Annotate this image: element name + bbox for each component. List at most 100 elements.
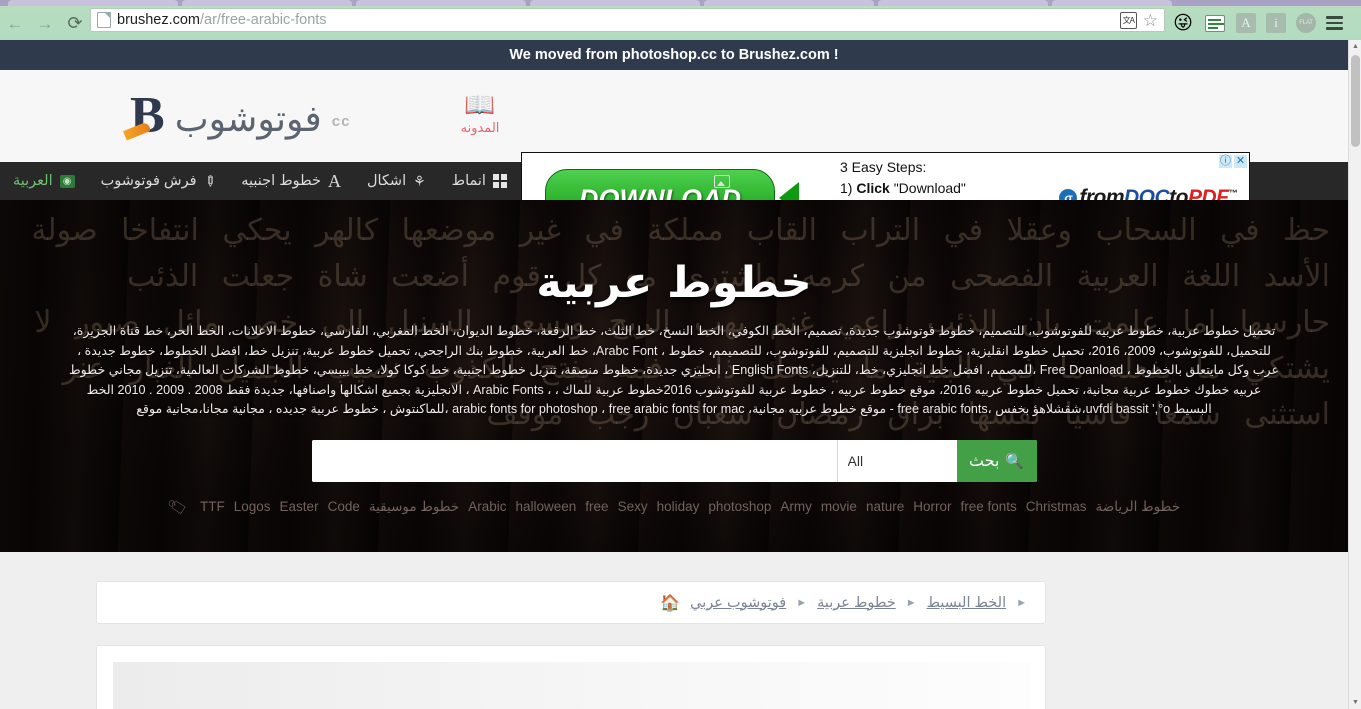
tag-item[interactable]: Horror: [913, 499, 951, 514]
pen-icon: ✎: [199, 170, 220, 191]
search-form: All 🔍 بحث: [311, 439, 1037, 482]
search-input[interactable]: [311, 439, 837, 482]
search-button[interactable]: 🔍 بحث: [956, 439, 1037, 482]
tab-stub[interactable]: [530, 0, 700, 6]
forward-icon[interactable]: →: [34, 12, 56, 34]
tab-stub[interactable]: [704, 0, 874, 6]
translate-icon[interactable]: 文A: [1119, 11, 1137, 29]
ad-step-1: 1) Click "Download": [840, 179, 966, 196]
reload-icon[interactable]: ⟳: [64, 12, 86, 34]
breadcrumb-item-arabic-fonts[interactable]: خطوط عربية: [817, 595, 896, 611]
address-bar-actions: 文A ☆: [1119, 11, 1160, 29]
scrollbar-down-arrow[interactable]: ▼: [1349, 696, 1361, 709]
home-icon[interactable]: 🏠: [660, 593, 680, 613]
nav-item-shapes[interactable]: ⚘ اشكال: [354, 162, 439, 200]
tag-item[interactable]: movie: [821, 499, 857, 514]
ad-close-icon[interactable]: ✕: [1234, 155, 1247, 168]
hero-description: تحميل خطوط عربية، خطوط عربيه للفوتوشوب، …: [68, 324, 1280, 416]
page-scrollbar[interactable]: ▲ ▼: [1348, 40, 1361, 709]
adblock-a-extension-icon[interactable]: A: [1236, 13, 1256, 33]
tab-stub[interactable]: [356, 0, 526, 6]
tab-stub[interactable]: [182, 0, 352, 6]
url-path: /ar/free-arabic-fonts: [200, 12, 327, 28]
logo-wordmark: فوتوشوب: [174, 99, 322, 141]
browser-chrome: ← → ⟳ brushez.com/ar/free-arabic-fonts 文…: [0, 0, 1361, 40]
tab-stub[interactable]: [878, 0, 1048, 6]
search-scope-select[interactable]: All: [836, 439, 957, 482]
search-row: All 🔍 بحث: [0, 439, 1348, 482]
flat-extension-icon[interactable]: FLAT: [1296, 13, 1316, 33]
tag-icon: 🏷: [166, 496, 189, 518]
breadcrumb-separator: ►: [905, 596, 917, 609]
info-extension-icon[interactable]: i: [1266, 13, 1286, 33]
grid-icon: [492, 174, 507, 188]
search-button-label: بحث: [968, 451, 1000, 470]
tag-item[interactable]: Logos: [234, 499, 271, 514]
search-icon: 🔍: [1005, 451, 1025, 470]
font-preview-card: [96, 645, 1046, 709]
nav-item-label: اشكال: [366, 173, 407, 189]
tag-list: 🏷 TTF Logos Easter Code خطوط موسيقية Ara…: [0, 496, 1348, 518]
breadcrumb-separator: ►: [1016, 596, 1027, 609]
hero-section: حظ في السحاب وعقلا في التراب القاب مملكة…: [0, 200, 1348, 552]
page-title: خطوط عربية: [536, 258, 812, 308]
ad-steps-title: 3 Easy Steps:: [840, 159, 927, 175]
address-bar-url: brushez.com/ar/free-arabic-fonts: [117, 12, 327, 28]
tag-item[interactable]: Easter: [280, 499, 319, 514]
breadcrumb-item-home[interactable]: فوتوشوب عربي: [690, 595, 786, 611]
browser-nav-controls: ← → ⟳: [0, 6, 90, 40]
nav-item-label: فرش فوتوشوب: [100, 173, 197, 189]
tag-item[interactable]: خطوط الرياضة: [1096, 499, 1181, 515]
image-icon: [714, 174, 731, 188]
blog-link-label: المدونه: [460, 119, 500, 135]
tag-item[interactable]: free fonts: [960, 499, 1016, 514]
tag-item[interactable]: Army: [780, 499, 812, 514]
tag-item[interactable]: Sexy: [618, 499, 648, 514]
tag-item[interactable]: photoshop: [708, 499, 771, 514]
bookmark-star-icon[interactable]: ☆: [1143, 12, 1158, 29]
browser-extension-toolbar: 😜 A i FLAT: [1172, 6, 1343, 40]
nav-item-arabic[interactable]: ◉ العربية: [0, 162, 88, 200]
tag-item[interactable]: Arabic: [468, 499, 506, 514]
letter-a-icon: A: [327, 170, 341, 191]
tag-item[interactable]: Code: [328, 499, 360, 514]
nav-item-label: انماط: [451, 173, 486, 189]
site-notice-text: We moved from photoshop.cc to Brushez.co…: [509, 47, 839, 63]
breadcrumb: 🏠 فوتوشوب عربي ► خطوط عربية ► الخط البسي…: [96, 581, 1046, 624]
nav-item-label: خطوط اجنبيه: [241, 173, 321, 189]
breadcrumb-item-current[interactable]: الخط البسيط: [927, 595, 1007, 611]
content-area: 🏠 فوتوشوب عربي ► خطوط عربية ► الخط البسي…: [0, 552, 1348, 709]
browser-menu-icon[interactable]: [1326, 16, 1343, 30]
ad-info-icon[interactable]: ⓘ: [1219, 155, 1232, 168]
back-icon[interactable]: ←: [4, 12, 26, 34]
tab-stub[interactable]: [1052, 0, 1172, 6]
tab-strip: [0, 0, 1361, 6]
shapes-icon: ⚘: [413, 172, 426, 189]
nav-item-photoshop-brushes[interactable]: ✎ فرش فوتوشوب: [88, 162, 229, 200]
green-lines-extension-icon[interactable]: [1204, 12, 1226, 34]
site-header: B فوتوشوب cc 📖 المدونه ⓘ ✕ DOWNLOAD 3 Ea…: [0, 70, 1348, 244]
scrollbar-thumb[interactable]: [1351, 55, 1360, 147]
font-preview-image: [113, 662, 1031, 709]
tag-item[interactable]: خطوط موسيقية: [369, 499, 459, 515]
nav-item-patterns[interactable]: انماط: [439, 162, 520, 200]
globe-green-icon: ◉: [59, 174, 75, 188]
blog-link[interactable]: 📖 المدونه: [452, 91, 508, 136]
tag-item[interactable]: Christmas: [1026, 499, 1087, 514]
address-bar[interactable]: brushez.com/ar/free-arabic-fonts 文A ☆: [90, 8, 1165, 32]
url-host: brushez.com: [117, 12, 201, 28]
book-icon: 📖: [464, 91, 496, 119]
site-logo[interactable]: B فوتوشوب cc: [130, 89, 350, 141]
nav-item-foreign-fonts[interactable]: A خطوط اجنبيه: [228, 162, 354, 200]
tag-item[interactable]: halloween: [516, 499, 577, 514]
scrollbar-up-arrow[interactable]: ▲: [1349, 40, 1361, 53]
nav-item-label: العربية: [13, 173, 53, 189]
site-notice-bar: We moved from photoshop.cc to Brushez.co…: [0, 40, 1348, 70]
tag-item[interactable]: TTF: [200, 499, 225, 514]
tag-item[interactable]: nature: [866, 499, 904, 514]
emoji-extension-icon[interactable]: 😜: [1172, 12, 1194, 34]
breadcrumb-separator: ►: [796, 596, 808, 609]
tag-item[interactable]: free: [585, 499, 608, 514]
tag-item[interactable]: holiday: [657, 499, 700, 514]
hero-content: خطوط عربية تحميل خطوط عربية، خطوط عربيه …: [0, 200, 1348, 420]
